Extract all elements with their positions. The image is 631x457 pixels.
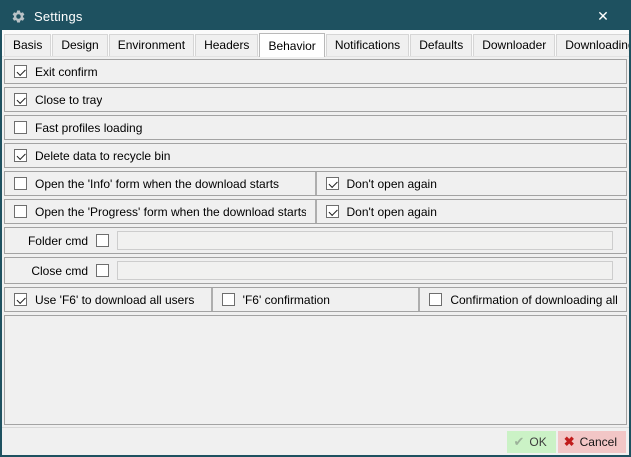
- tab-notifications[interactable]: Notifications: [326, 34, 409, 56]
- fast-profiles-loading-label: Fast profiles loading: [35, 121, 142, 135]
- f6-confirmation-label: 'F6' confirmation: [243, 293, 330, 307]
- open-progress-form-label: Open the 'Progress' form when the downlo…: [35, 205, 306, 219]
- folder-cmd-label: Folder cmd: [14, 234, 88, 248]
- option-row-fast-profiles: Fast profiles loading: [4, 115, 627, 140]
- delete-to-recycle-checkbox[interactable]: [14, 149, 27, 162]
- checkbox-cell: Use 'F6' to download all users: [5, 288, 211, 311]
- open-progress-form-checkbox[interactable]: [14, 205, 27, 218]
- check-icon: ✔: [513, 435, 524, 448]
- option-row-exit-confirm: Exit confirm: [4, 59, 627, 84]
- cmd-cell: Folder cmd: [5, 228, 626, 253]
- close-to-tray-label: Close to tray: [35, 93, 102, 107]
- close-cmd-checkbox[interactable]: [96, 264, 109, 277]
- ok-button-label: OK: [529, 435, 546, 449]
- cmd-cell: Close cmd: [5, 258, 626, 283]
- fast-profiles-loading-checkbox[interactable]: [14, 121, 27, 134]
- tab-headers[interactable]: Headers: [195, 34, 258, 56]
- tab-downloader[interactable]: Downloader: [473, 34, 555, 56]
- folder-cmd-input[interactable]: [117, 231, 613, 250]
- option-row-delete-recycle: Delete data to recycle bin: [4, 143, 627, 168]
- close-icon[interactable]: ✕: [586, 2, 620, 30]
- confirm-download-all-checkbox[interactable]: [429, 293, 442, 306]
- cancel-button-label: Cancel: [580, 435, 617, 449]
- confirm-download-all-label: Confirmation of downloading all: [450, 293, 617, 307]
- tab-design[interactable]: Design: [52, 34, 107, 56]
- use-f6-checkbox[interactable]: [14, 293, 27, 306]
- gear-icon: [11, 9, 26, 24]
- f6-confirmation-checkbox[interactable]: [222, 293, 235, 306]
- empty-panel: [4, 315, 627, 425]
- option-row-info-form: Open the 'Info' form when the download s…: [4, 171, 627, 196]
- option-row-close-to-tray: Close to tray: [4, 87, 627, 112]
- close-cmd-input[interactable]: [117, 261, 613, 280]
- close-to-tray-checkbox[interactable]: [14, 93, 27, 106]
- checkbox-cell: Don't open again: [315, 200, 627, 223]
- progress-dont-open-again-checkbox[interactable]: [326, 205, 339, 218]
- exit-confirm-label: Exit confirm: [35, 65, 98, 79]
- window-title: Settings: [34, 9, 83, 24]
- tab-strip: Basis Design Environment Headers Behavio…: [2, 30, 629, 57]
- open-info-form-checkbox[interactable]: [14, 177, 27, 190]
- ok-button[interactable]: ✔ OK: [507, 431, 555, 453]
- checkbox-cell: Confirmation of downloading all: [418, 288, 626, 311]
- use-f6-label: Use 'F6' to download all users: [35, 293, 194, 307]
- tab-behavior[interactable]: Behavior: [259, 33, 324, 57]
- delete-to-recycle-label: Delete data to recycle bin: [35, 149, 170, 163]
- checkbox-cell: Fast profiles loading: [5, 116, 626, 139]
- checkbox-cell: Open the 'Progress' form when the downlo…: [5, 200, 315, 223]
- behavior-tab-page: Exit confirm Close to tray Fast profiles…: [2, 57, 629, 427]
- checkbox-cell: Delete data to recycle bin: [5, 144, 626, 167]
- tab-basis[interactable]: Basis: [4, 34, 51, 56]
- info-dont-open-again-label: Don't open again: [347, 177, 437, 191]
- cancel-button[interactable]: ✖ Cancel: [558, 431, 626, 453]
- checkbox-cell: Exit confirm: [5, 60, 626, 83]
- checkbox-cell: Open the 'Info' form when the download s…: [5, 172, 315, 195]
- checkbox-cell: 'F6' confirmation: [211, 288, 419, 311]
- info-dont-open-again-checkbox[interactable]: [326, 177, 339, 190]
- button-bar: ✔ OK ✖ Cancel: [2, 427, 629, 455]
- folder-cmd-checkbox[interactable]: [96, 234, 109, 247]
- x-icon: ✖: [564, 435, 575, 448]
- checkbox-cell: Close to tray: [5, 88, 626, 111]
- tab-defaults[interactable]: Defaults: [410, 34, 472, 56]
- tab-downloading[interactable]: Downloading: [556, 34, 631, 56]
- open-info-form-label: Open the 'Info' form when the download s…: [35, 177, 279, 191]
- checkbox-cell: Don't open again: [315, 172, 627, 195]
- progress-dont-open-again-label: Don't open again: [347, 205, 437, 219]
- close-cmd-label: Close cmd: [14, 264, 88, 278]
- option-row-f6: Use 'F6' to download all users 'F6' conf…: [4, 287, 627, 312]
- option-row-folder-cmd: Folder cmd: [4, 227, 627, 254]
- tab-environment[interactable]: Environment: [109, 34, 194, 56]
- exit-confirm-checkbox[interactable]: [14, 65, 27, 78]
- option-row-progress-form: Open the 'Progress' form when the downlo…: [4, 199, 627, 224]
- option-row-close-cmd: Close cmd: [4, 257, 627, 284]
- titlebar: Settings ✕: [2, 2, 629, 30]
- settings-window: Settings ✕ Basis Design Environment Head…: [0, 0, 631, 457]
